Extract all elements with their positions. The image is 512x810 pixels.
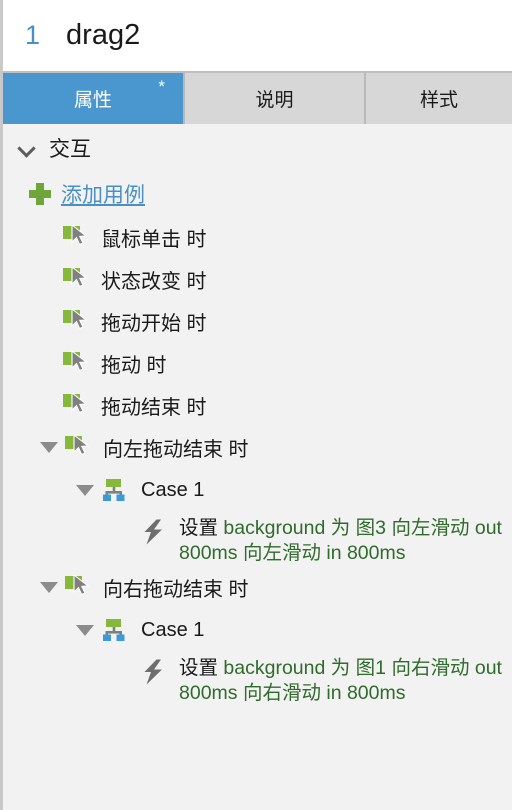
cursor-arrow-glyph — [73, 575, 90, 596]
triangle-down-icon[interactable] — [37, 435, 61, 459]
event-cursor-icon — [63, 267, 89, 291]
lightning-bolt-glyph — [144, 519, 162, 545]
event-label: 向左拖动结束 时 — [103, 438, 249, 461]
cursor-arrow-glyph — [71, 393, 88, 414]
section-interactions-label: 交互 — [49, 138, 91, 161]
cursor-arrow-glyph — [71, 267, 88, 288]
event-label: 拖动开始 时 — [101, 312, 207, 335]
case-row[interactable]: Case 1 — [3, 468, 512, 512]
tab-notes[interactable]: 说明 — [185, 73, 366, 124]
tab-bar: 属性 * 说明 样式 — [3, 73, 512, 124]
triangle-down-icon[interactable] — [37, 575, 61, 599]
event-label: 鼠标单击 时 — [101, 228, 207, 251]
widget-name: drag2 — [66, 19, 141, 51]
lightning-bolt-glyph — [144, 659, 162, 685]
case-row[interactable]: Case 1 — [3, 608, 512, 652]
event-row[interactable]: 鼠标单击 时 — [3, 216, 512, 258]
triangle-down-icon[interactable] — [73, 618, 97, 642]
cursor-arrow-glyph — [71, 225, 88, 246]
tab-style-label: 样式 — [419, 90, 458, 111]
tab-style[interactable]: 样式 — [366, 73, 512, 124]
action-row[interactable]: 设置 background 为 图3 向左滑动 out 800ms 向左滑动 i… — [3, 512, 512, 566]
action-detail: background 为 图3 向左滑动 out 800ms 向左滑动 in 8… — [179, 517, 502, 564]
tab-properties-label: 属性 — [73, 90, 112, 111]
event-cursor-icon — [65, 575, 91, 599]
event-cursor-icon — [63, 309, 89, 333]
plus-icon — [29, 183, 51, 205]
section-interactions[interactable]: 交互 — [3, 124, 512, 172]
case-label: Case 1 — [141, 618, 205, 641]
action-detail: background 为 图1 向右滑动 out 800ms 向右滑动 in 8… — [179, 657, 502, 704]
event-row[interactable]: 状态改变 时 — [3, 258, 512, 300]
triangle-down-icon[interactable] — [73, 478, 97, 502]
add-case-link[interactable]: 添加用例 — [61, 179, 145, 209]
tab-properties[interactable]: 属性 * — [3, 73, 185, 124]
action-text: 设置 background 为 图3 向左滑动 out 800ms 向左滑动 i… — [179, 516, 503, 566]
tab-modified-indicator: * — [158, 77, 165, 96]
widget-header: 1 drag2 — [3, 0, 512, 73]
lightning-bolt-icon — [141, 519, 167, 545]
action-text: 设置 background 为 图1 向右滑动 out 800ms 向右滑动 i… — [179, 656, 503, 706]
event-label: 拖动 时 — [101, 354, 167, 377]
add-case-row[interactable]: 添加用例 — [3, 172, 512, 216]
event-cursor-icon — [63, 351, 89, 375]
event-cursor-icon — [63, 225, 89, 249]
action-verb: 设置 — [179, 657, 219, 679]
widget-index: 1 — [25, 20, 41, 50]
interaction-panel: 1 drag2 属性 * 说明 样式 交互 添加用例 鼠标单击 时 状态改变 时… — [0, 0, 512, 810]
case-tree-icon — [101, 478, 127, 502]
case-tree-icon — [101, 618, 127, 642]
event-row-expandable[interactable]: 向左拖动结束 时 — [3, 426, 512, 468]
action-row[interactable]: 设置 background 为 图1 向右滑动 out 800ms 向右滑动 i… — [3, 652, 512, 706]
action-verb: 设置 — [179, 517, 219, 539]
tab-notes-label: 说明 — [255, 90, 294, 111]
case-tree-glyph — [103, 619, 125, 641]
event-row-expandable[interactable]: 向右拖动结束 时 — [3, 566, 512, 608]
case-label: Case 1 — [141, 478, 205, 501]
event-label: 向右拖动结束 时 — [103, 578, 249, 601]
event-cursor-icon — [63, 393, 89, 417]
event-row[interactable]: 拖动开始 时 — [3, 300, 512, 342]
cursor-arrow-glyph — [71, 351, 88, 372]
case-tree-glyph — [103, 479, 125, 501]
event-label: 状态改变 时 — [101, 270, 207, 293]
event-cursor-icon — [65, 435, 91, 459]
chevron-down-icon[interactable] — [15, 135, 41, 161]
event-row[interactable]: 拖动 时 — [3, 342, 512, 384]
cursor-arrow-glyph — [71, 309, 88, 330]
interaction-tree: 交互 添加用例 鼠标单击 时 状态改变 时 拖动开始 时 拖动 时 拖动结束 时… — [3, 124, 512, 810]
event-row[interactable]: 拖动结束 时 — [3, 384, 512, 426]
lightning-bolt-icon — [141, 659, 167, 685]
event-label: 拖动结束 时 — [101, 396, 207, 419]
cursor-arrow-glyph — [73, 435, 90, 456]
